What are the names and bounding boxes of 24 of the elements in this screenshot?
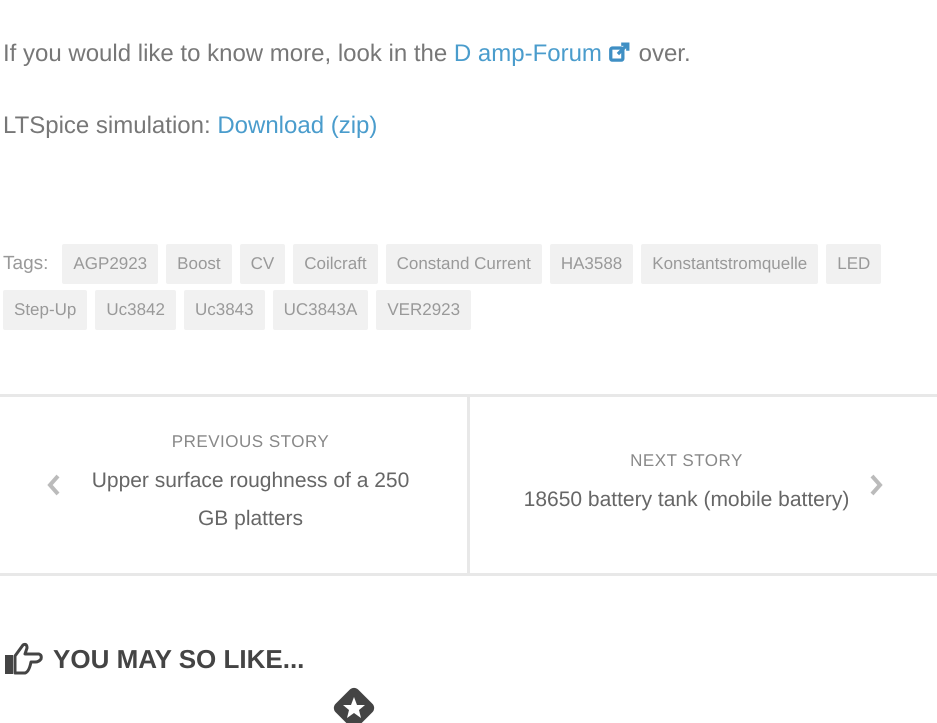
tag[interactable]: Coilcraft (293, 244, 378, 284)
tag[interactable]: Konstantstromquelle (641, 244, 818, 284)
section-heading: YOU MAY SO LIKE... (53, 644, 304, 674)
story-link[interactable]: NEXT STORY 18650 battery tank (mobile battery) (470, 397, 937, 573)
tags-label: Tags: (3, 253, 48, 275)
thumbs-up-icon (3, 642, 43, 676)
chevron-left-icon (46, 473, 60, 497)
tag[interactable]: HA3588 (550, 244, 634, 284)
tag[interactable]: Uc3843 (184, 290, 265, 330)
paragraph: LTSpice simulation: Download (zip) (3, 112, 378, 140)
link[interactable]: Download (zip) (217, 112, 378, 139)
story-link[interactable]: PREVIOUS STORY Upper surface roughness of a 250 GB platters (0, 397, 470, 573)
tag[interactable]: Step-Up (3, 290, 88, 330)
link[interactable]: D amp-Forum (454, 40, 632, 67)
paragraph: If you would like to know more, look in the D amp-Forum over. (3, 40, 692, 68)
chevron-right-icon (869, 473, 884, 497)
tag[interactable]: LED (826, 244, 882, 284)
tag[interactable]: VER2923 (376, 290, 472, 330)
tag[interactable]: Uc3842 (95, 290, 176, 330)
tag[interactable]: Constand Current (386, 244, 542, 284)
tag[interactable]: CV (240, 244, 286, 284)
tag[interactable]: UC3843A (272, 290, 368, 330)
tag[interactable]: AGP2923 (62, 244, 158, 284)
tag[interactable]: Boost (166, 244, 232, 284)
